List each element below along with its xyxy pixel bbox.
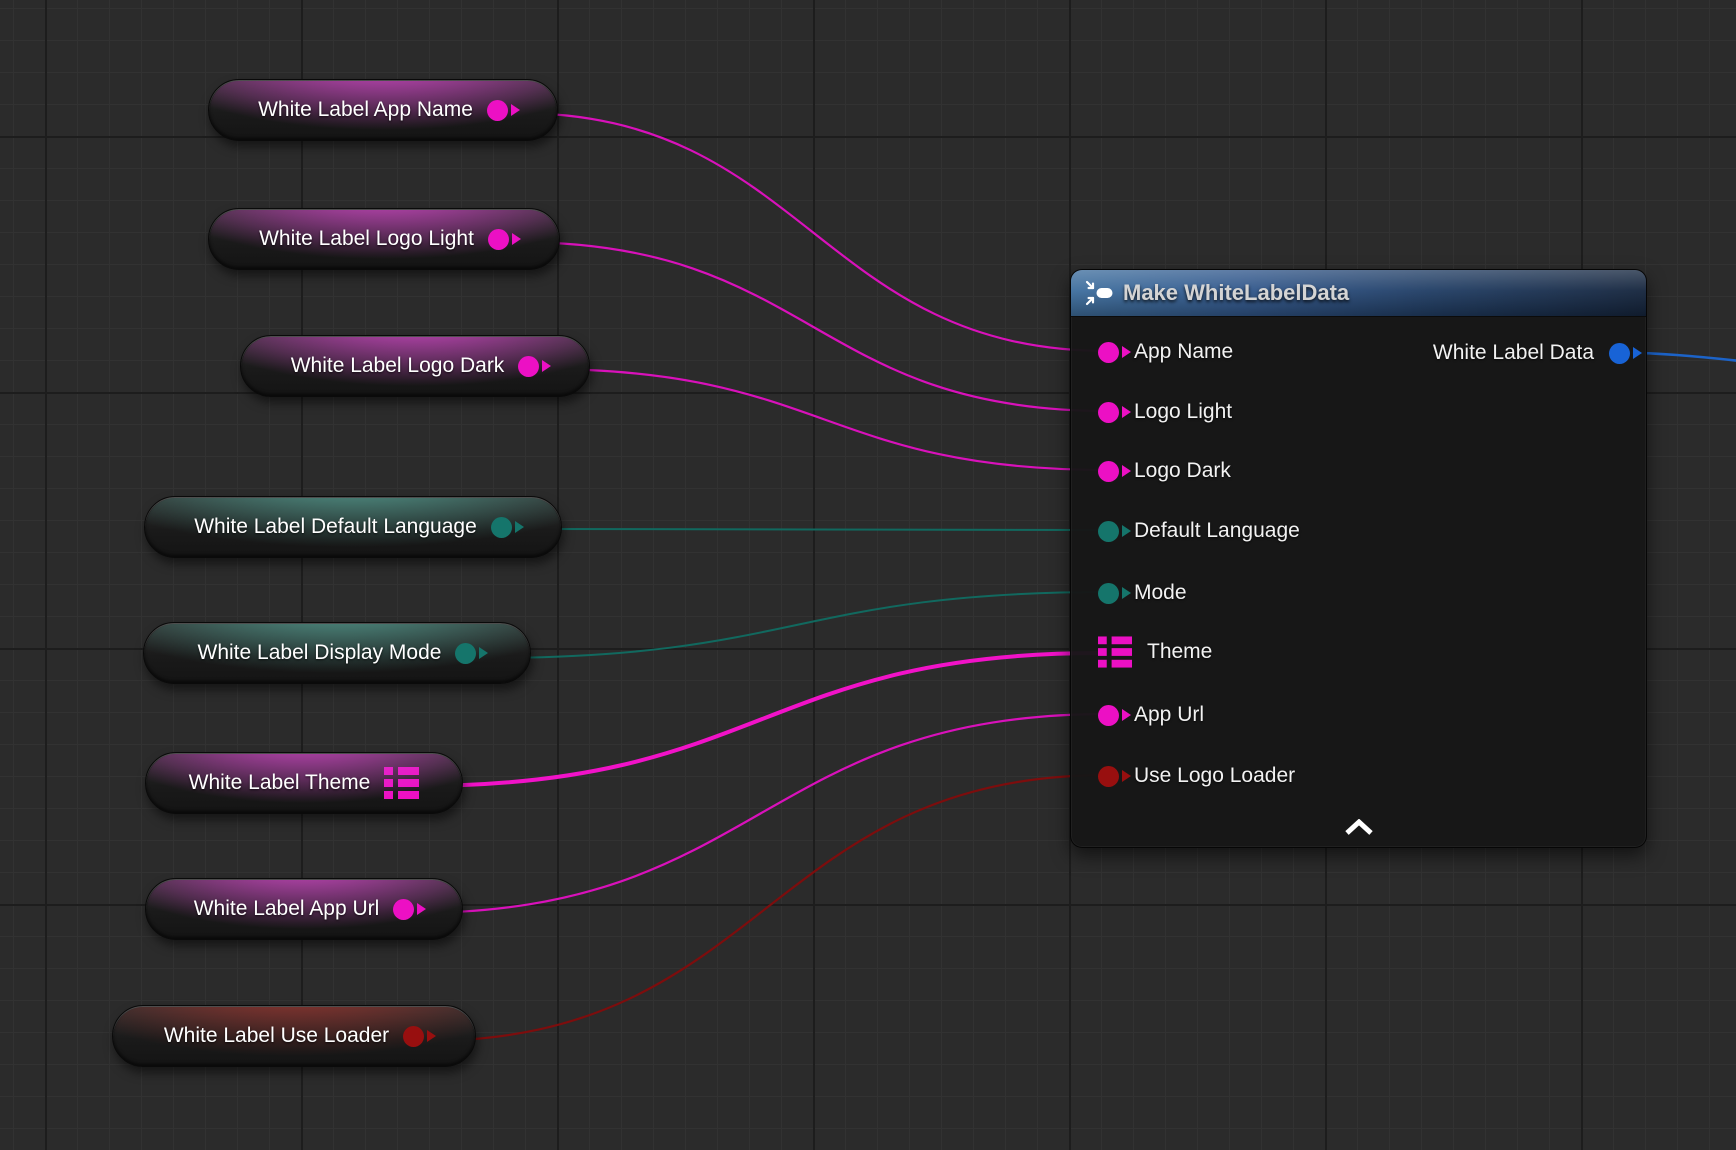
input-row-theme: Theme <box>1098 636 1212 668</box>
variable-node-white-label-app-name[interactable]: White Label App Name <box>208 79 558 141</box>
wire-logo-dark[interactable] <box>541 369 1108 470</box>
variable-node-white-label-logo-dark[interactable]: White Label Logo Dark <box>240 335 590 397</box>
node-title: Make WhiteLabelData <box>1123 280 1349 306</box>
variable-node-white-label-use-loader[interactable]: White Label Use Loader <box>112 1005 476 1067</box>
byte-input-pin[interactable] <box>1098 521 1119 542</box>
variable-node-white-label-default-language[interactable]: White Label Default Language <box>144 496 562 558</box>
byte-output-pin[interactable] <box>491 517 512 538</box>
struct-output-pin[interactable] <box>1609 343 1630 364</box>
string-output-pin[interactable] <box>393 899 414 920</box>
pin-label: Mode <box>1134 581 1187 605</box>
variable-label: White Label Default Language <box>194 515 477 539</box>
input-row-logo-dark: Logo Dark <box>1098 455 1231 487</box>
byte-output-pin[interactable] <box>455 643 476 664</box>
input-row-app-name: App Name <box>1098 336 1233 368</box>
string-input-pin[interactable] <box>1098 402 1119 423</box>
pin-label: White Label Data <box>1433 341 1594 365</box>
pin-label: App Name <box>1134 340 1233 364</box>
collapse-node-button[interactable] <box>1329 815 1389 839</box>
bool-output-pin[interactable] <box>403 1026 424 1047</box>
string-input-pin[interactable] <box>1098 705 1119 726</box>
make-whitelabeldata-node[interactable]: Make WhiteLabelData App Name Logo Light … <box>1070 269 1647 848</box>
pin-label: Logo Light <box>1134 400 1232 424</box>
variable-node-white-label-display-mode[interactable]: White Label Display Mode <box>143 622 531 684</box>
string-input-pin[interactable] <box>1098 342 1119 363</box>
byte-input-pin[interactable] <box>1098 583 1119 604</box>
variable-label: White Label Theme <box>189 771 371 795</box>
pin-label: App Url <box>1134 703 1204 727</box>
struct-input-pin[interactable] <box>1098 636 1132 669</box>
string-input-pin[interactable] <box>1098 461 1119 482</box>
bool-input-pin[interactable] <box>1098 766 1119 787</box>
variable-label: White Label Use Loader <box>164 1024 389 1048</box>
wire-use-loader[interactable] <box>425 775 1108 1041</box>
variable-node-white-label-theme[interactable]: White Label Theme <box>145 752 463 814</box>
string-output-pin[interactable] <box>518 356 539 377</box>
variable-label: White Label Logo Dark <box>291 354 505 378</box>
pin-label: Theme <box>1147 640 1212 664</box>
struct-output-pin[interactable] <box>384 767 419 800</box>
variable-node-white-label-app-url[interactable]: White Label App Url <box>145 878 463 940</box>
wire-app-name[interactable] <box>517 113 1108 351</box>
variable-label: White Label Display Mode <box>198 641 442 665</box>
blueprint-graph-canvas[interactable]: White Label App Name White Label Logo Li… <box>0 0 1736 1150</box>
input-row-default-language: Default Language <box>1098 515 1300 547</box>
pin-label: Logo Dark <box>1134 459 1231 483</box>
string-output-pin[interactable] <box>488 229 509 250</box>
pin-label: Default Language <box>1134 519 1300 543</box>
wire-logo-light[interactable] <box>517 242 1108 411</box>
chevron-up-icon <box>1343 819 1375 836</box>
output-row-white-label-data: White Label Data <box>1433 337 1630 369</box>
make-struct-icon <box>1085 280 1113 306</box>
input-row-mode: Mode <box>1098 577 1187 609</box>
wire-mode[interactable] <box>485 592 1108 658</box>
pin-label: Use Logo Loader <box>1134 764 1295 788</box>
variable-label: White Label App Url <box>194 897 380 921</box>
variable-label: White Label Logo Light <box>259 227 474 251</box>
wire-app-url[interactable] <box>413 714 1108 913</box>
input-row-app-url: App Url <box>1098 699 1204 731</box>
variable-node-white-label-logo-light[interactable]: White Label Logo Light <box>208 208 560 270</box>
string-output-pin[interactable] <box>487 100 508 121</box>
variable-label: White Label App Name <box>258 98 473 122</box>
input-row-logo-light: Logo Light <box>1098 396 1232 428</box>
wire-default-language[interactable] <box>528 529 1108 530</box>
input-row-use-logo-loader: Use Logo Loader <box>1098 760 1295 792</box>
node-header[interactable]: Make WhiteLabelData <box>1071 270 1646 317</box>
